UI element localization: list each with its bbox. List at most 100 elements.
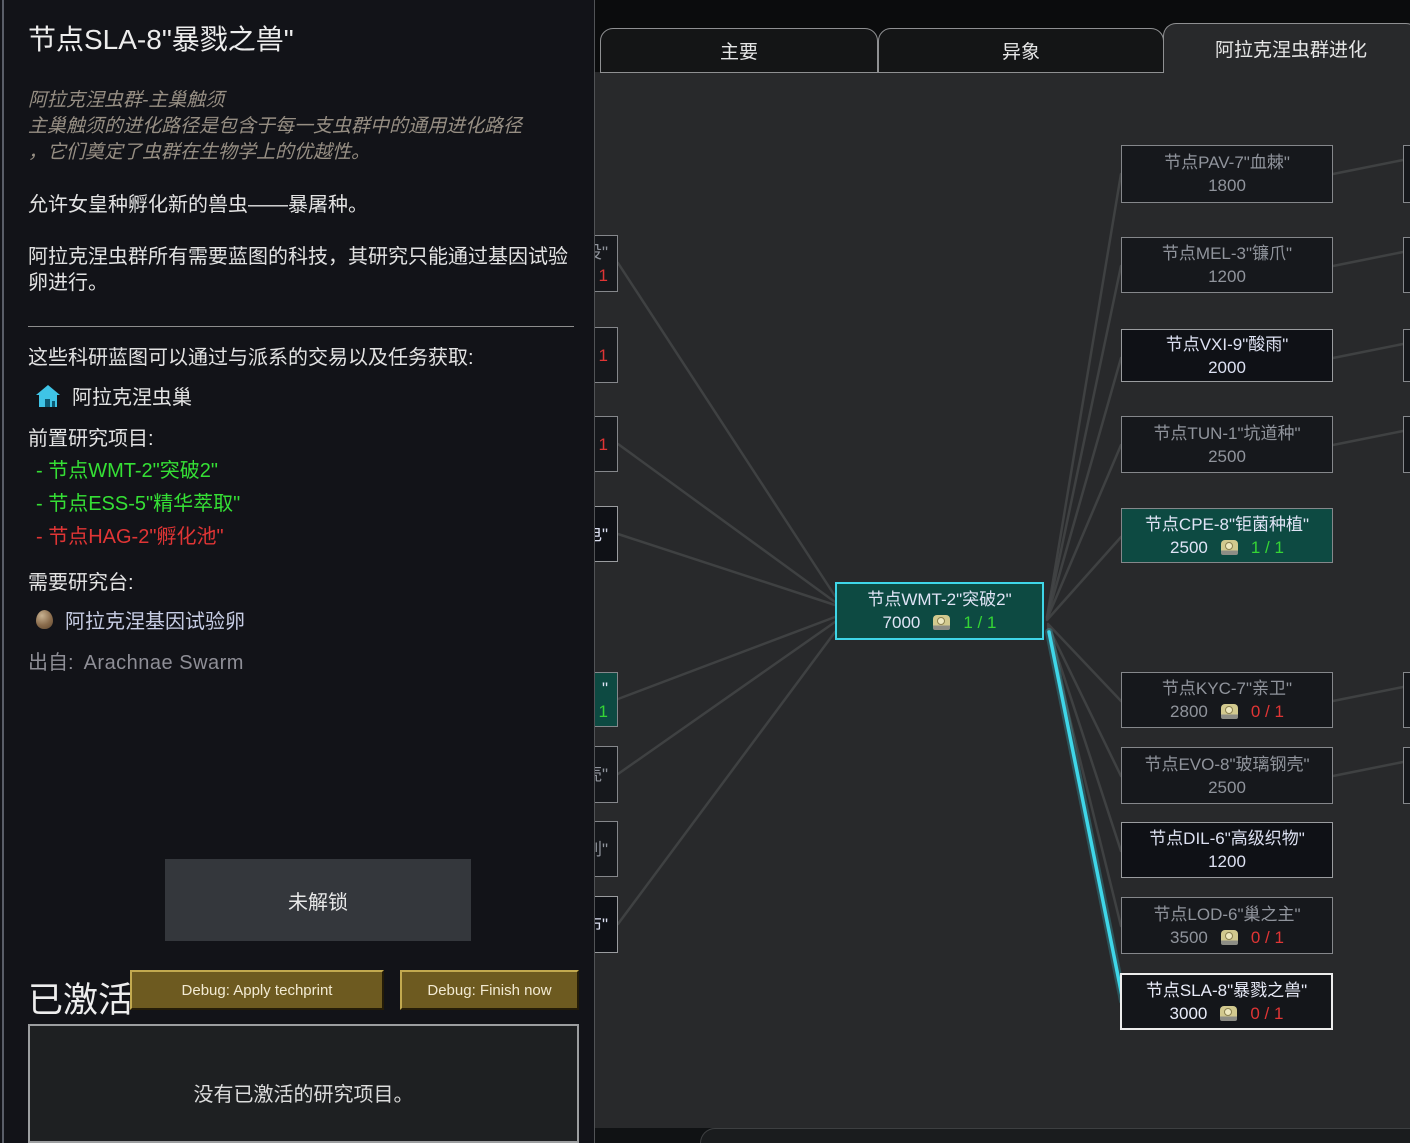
techprint-count: 1 — [599, 700, 608, 723]
prereq-item: - 节点HAG-2"孵化池" — [36, 524, 574, 550]
research-node-partial[interactable]: 壳" — [595, 746, 618, 803]
unlock-status-button[interactable]: 未解锁 — [165, 859, 471, 941]
node-title: 节点SLA-8"暴戮之兽" — [1146, 979, 1307, 1002]
techprint-icon — [1221, 930, 1238, 945]
research-flavor-line: 主巢触须的进化路径是包含于每一支虫群中的通用进化路径 — [28, 114, 574, 140]
node-cost: 1200 — [1208, 850, 1246, 873]
node-cost: 2500 — [1170, 536, 1208, 559]
node-title: 节点LOD-6"巢之主" — [1153, 903, 1300, 926]
techprint-count: 0 / 1 — [1250, 1002, 1283, 1025]
node-title: 节点CPE-8"钜菌种植" — [1145, 513, 1309, 536]
research-node-partial[interactable]: 1 — [595, 327, 618, 383]
node-title: 刺" — [595, 838, 608, 861]
research-node[interactable]: 节点KYC-7"亲卫"2800 0 / 1 — [1121, 672, 1333, 728]
research-blueprint-note: 阿拉克涅虫群所有需要蓝图的科技，其研究只能通过基因试验卵进行。 — [28, 244, 574, 296]
faction-name: 阿拉克涅虫巢 — [72, 381, 192, 410]
research-node-partial[interactable]: 1 — [595, 416, 618, 472]
research-node-stub[interactable] — [1403, 747, 1410, 804]
node-title: 节点PAV-7"血棘" — [1164, 151, 1290, 174]
panel-left-border — [2, 0, 4, 1143]
node-cost: 1200 — [1208, 265, 1246, 288]
techprint-count: 0 / 1 — [1251, 926, 1284, 949]
node-title: 役" — [595, 241, 608, 264]
research-flavor-line: ，它们奠定了虫群在生物学上的优越性。 — [28, 140, 574, 166]
techprint-count: 0 / 1 — [1251, 700, 1284, 723]
research-node-partial[interactable]: 电" — [595, 506, 618, 562]
node-cost: 7000 — [883, 611, 921, 634]
prerequisites-list: - 节点WMT-2"突破2" - 节点ESS-5"精华萃取" - 节点HAG-2"孵… — [36, 458, 574, 550]
research-unlock-description: 允许女皇种孵化新的兽虫——暴屠种。 — [28, 192, 574, 218]
node-cost: 3000 — [1170, 1002, 1208, 1025]
research-node-partial[interactable]: 刺" — [595, 821, 618, 877]
research-node[interactable]: 节点VXI-9"酸雨"2000 — [1121, 329, 1333, 382]
node-title: 节点KYC-7"亲卫" — [1162, 677, 1292, 700]
tab-arachnae-swarm-evolution[interactable]: 阿拉克涅虫群进化 — [1163, 23, 1410, 73]
research-node[interactable]: 节点CPE-8"钜菌种植"2500 1 / 1 — [1121, 508, 1333, 563]
research-node[interactable]: 节点LOD-6"巢之主"3500 0 / 1 — [1121, 897, 1333, 954]
node-title: 电" — [595, 523, 608, 546]
node-title: 节点DIL-6"高级织物" — [1149, 827, 1305, 850]
gene-egg-icon — [36, 610, 53, 629]
research-node[interactable]: 节点PAV-7"血棘"1800 — [1121, 145, 1333, 203]
active-projects-header: 已激活 — [28, 972, 133, 1023]
research-node-partial[interactable]: 布" — [595, 896, 618, 953]
node-title: 布" — [595, 913, 608, 936]
research-bench-name: 阿拉克涅基因试验卵 — [65, 605, 245, 634]
mod-source-line: 出自: Arachnae Swarm — [28, 646, 574, 675]
research-node[interactable]: 节点TUN-1"坑道种"2500 — [1121, 416, 1333, 473]
techprint-icon — [933, 615, 950, 630]
techprint-count: 1 — [599, 433, 608, 456]
active-projects-empty-text: 没有已激活的研究项目。 — [194, 1078, 414, 1107]
research-node[interactable]: 节点DIL-6"高级织物"1200 — [1121, 822, 1333, 878]
panel-divider — [28, 326, 574, 327]
research-tree-canvas[interactable]: 节点PAV-7"血棘"1800节点MEL-3"镰爪"1200节点VXI-9"酸雨… — [595, 72, 1410, 1143]
active-projects-box: 没有已激活的研究项目。 — [28, 1024, 579, 1143]
research-info-panel: 节点SLA-8"暴戮之兽" 阿拉克涅虫群-主巢触须 主巢触须的进化路径是包含于每… — [0, 0, 595, 1143]
node-cost: 2500 — [1208, 776, 1246, 799]
research-node[interactable]: 节点WMT-2"突破2"7000 1 / 1 — [835, 582, 1044, 640]
node-title: 节点MEL-3"镰爪" — [1162, 242, 1292, 265]
research-bench-label: 需要研究台: — [28, 566, 574, 595]
prerequisites-label: 前置研究项目: — [28, 422, 574, 451]
node-title: " — [602, 677, 608, 700]
node-title: 节点VXI-9"酸雨" — [1166, 333, 1289, 356]
research-node[interactable]: 节点EVO-8"玻璃钢壳"2500 — [1121, 747, 1333, 804]
research-node[interactable]: 节点SLA-8"暴戮之兽"3000 0 / 1 — [1120, 973, 1333, 1030]
research-title: 节点SLA-8"暴戮之兽" — [28, 18, 574, 58]
research-node-stub[interactable] — [1403, 237, 1410, 293]
prereq-item: - 节点WMT-2"突破2" — [36, 458, 574, 484]
research-node-partial[interactable]: "1 — [595, 672, 618, 727]
node-title: 节点WMT-2"突破2" — [867, 588, 1011, 611]
node-title: 节点TUN-1"坑道种" — [1153, 422, 1300, 445]
prereq-item: - 节点ESS-5"精华萃取" — [36, 491, 574, 517]
mod-source-name: Arachnae Swarm — [84, 652, 244, 674]
node-title: 节点EVO-8"玻璃钢壳" — [1144, 753, 1309, 776]
research-node-stub[interactable] — [1403, 672, 1410, 728]
node-cost: 2500 — [1208, 445, 1246, 468]
mod-source-label: 出自: — [28, 652, 74, 674]
research-node-stub[interactable] — [1403, 145, 1410, 203]
techprint-icon — [1220, 1006, 1237, 1021]
techprint-icon — [1221, 704, 1238, 719]
node-cost: 2800 — [1170, 700, 1208, 723]
tab-main[interactable]: 主要 — [600, 28, 878, 73]
research-node[interactable]: 节点MEL-3"镰爪"1200 — [1121, 237, 1333, 293]
techprint-count: 1 / 1 — [963, 611, 996, 634]
research-node-partial[interactable]: 役"1 — [595, 235, 618, 292]
techprint-count: 1 / 1 — [1251, 536, 1284, 559]
debug-apply-techprint-button[interactable]: Debug: Apply techprint — [130, 970, 384, 1010]
research-flavor-line: 阿拉克涅虫群-主巢触须 — [28, 88, 574, 114]
node-title: 壳" — [595, 763, 608, 786]
research-node-stub[interactable] — [1403, 329, 1410, 382]
techprint-acquire-note: 这些科研蓝图可以通过与派系的交易以及任务获取: — [28, 345, 574, 371]
research-node-stub[interactable] — [1403, 416, 1410, 473]
node-cost: 1800 — [1208, 174, 1246, 197]
debug-finish-now-button[interactable]: Debug: Finish now — [400, 970, 579, 1010]
node-cost: 3500 — [1170, 926, 1208, 949]
techprint-count: 1 — [599, 344, 608, 367]
tab-anomaly[interactable]: 异象 — [878, 28, 1164, 73]
techprint-icon — [1221, 540, 1238, 555]
tree-bottom-corner — [700, 1128, 1410, 1143]
research-tree-region: 节点PAV-7"血棘"1800节点MEL-3"镰爪"1200节点VXI-9"酸雨… — [595, 0, 1410, 1143]
techprint-count: 1 — [599, 264, 608, 287]
